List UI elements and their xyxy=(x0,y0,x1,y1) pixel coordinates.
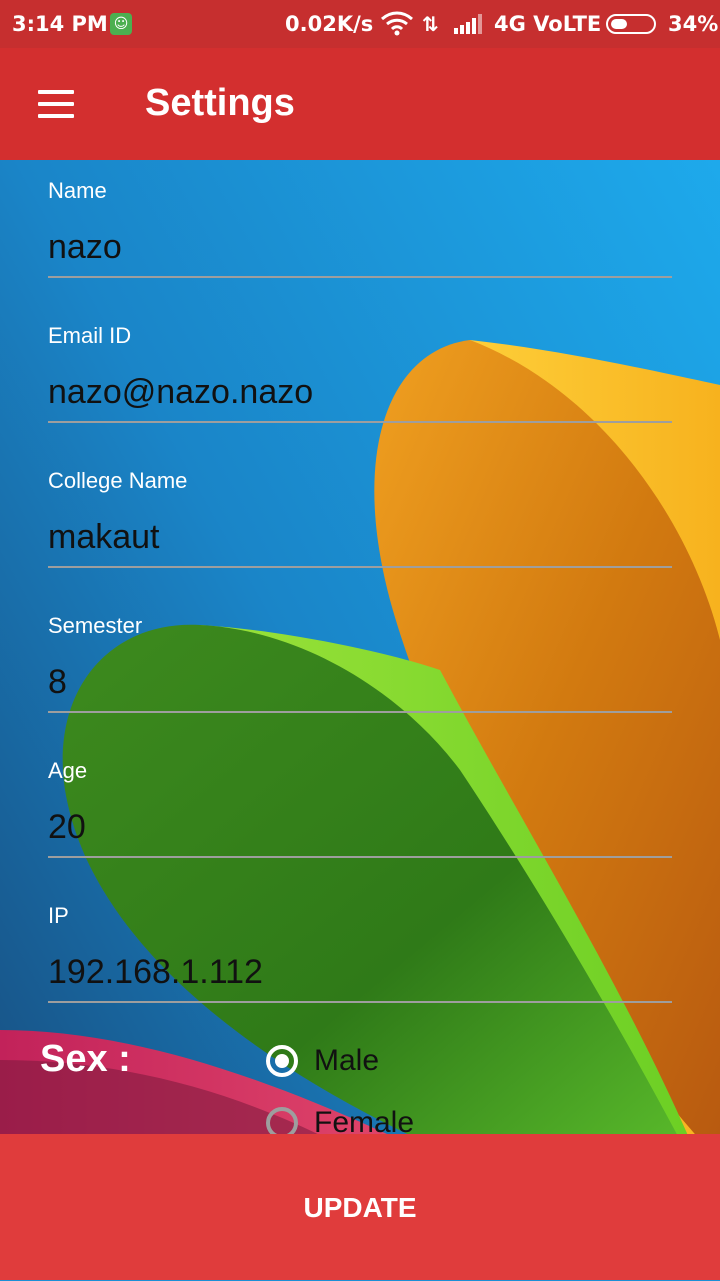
update-button[interactable]: UPDATE xyxy=(0,1134,720,1280)
semester-label: Semester xyxy=(48,613,143,638)
wifi-icon xyxy=(380,10,414,41)
name-label: Name xyxy=(48,178,107,203)
sex-label: Sex : xyxy=(40,1038,131,1080)
radio-male-label: Male xyxy=(314,1044,380,1077)
status-time: 3:14 PM xyxy=(12,12,108,36)
battery-icon xyxy=(606,14,656,34)
ip-label: IP xyxy=(48,903,69,928)
name-input[interactable] xyxy=(48,218,672,278)
battery-percent: 34% xyxy=(668,12,719,36)
wallpaper-background xyxy=(0,0,720,1280)
signal-icon xyxy=(454,14,484,39)
semester-input[interactable] xyxy=(48,653,672,713)
age-input[interactable] xyxy=(48,798,672,858)
college-label: College Name xyxy=(48,468,188,493)
age-label: Age xyxy=(48,758,88,783)
app-bar: Settings xyxy=(0,48,720,160)
status-net-speed: 0.02K/s xyxy=(285,12,374,36)
hamburger-menu-icon[interactable] xyxy=(28,84,84,124)
status-network-type: 4G VoLTE xyxy=(494,12,602,36)
email-label: Email ID xyxy=(48,323,132,348)
radio-checked-icon xyxy=(266,1045,298,1077)
email-input[interactable] xyxy=(48,363,672,423)
sex-radio-male[interactable]: Male xyxy=(266,1044,379,1078)
college-input[interactable] xyxy=(48,508,672,568)
status-bar: 3:14 PM ☺ 0.02K/s ⇅ 4G VoLTE 34% xyxy=(0,0,720,48)
data-arrows-icon: ⇅ xyxy=(422,12,439,36)
notification-app-icon: ☺ xyxy=(110,13,132,35)
page-title: Settings xyxy=(145,82,295,124)
ip-input[interactable] xyxy=(48,943,672,1003)
